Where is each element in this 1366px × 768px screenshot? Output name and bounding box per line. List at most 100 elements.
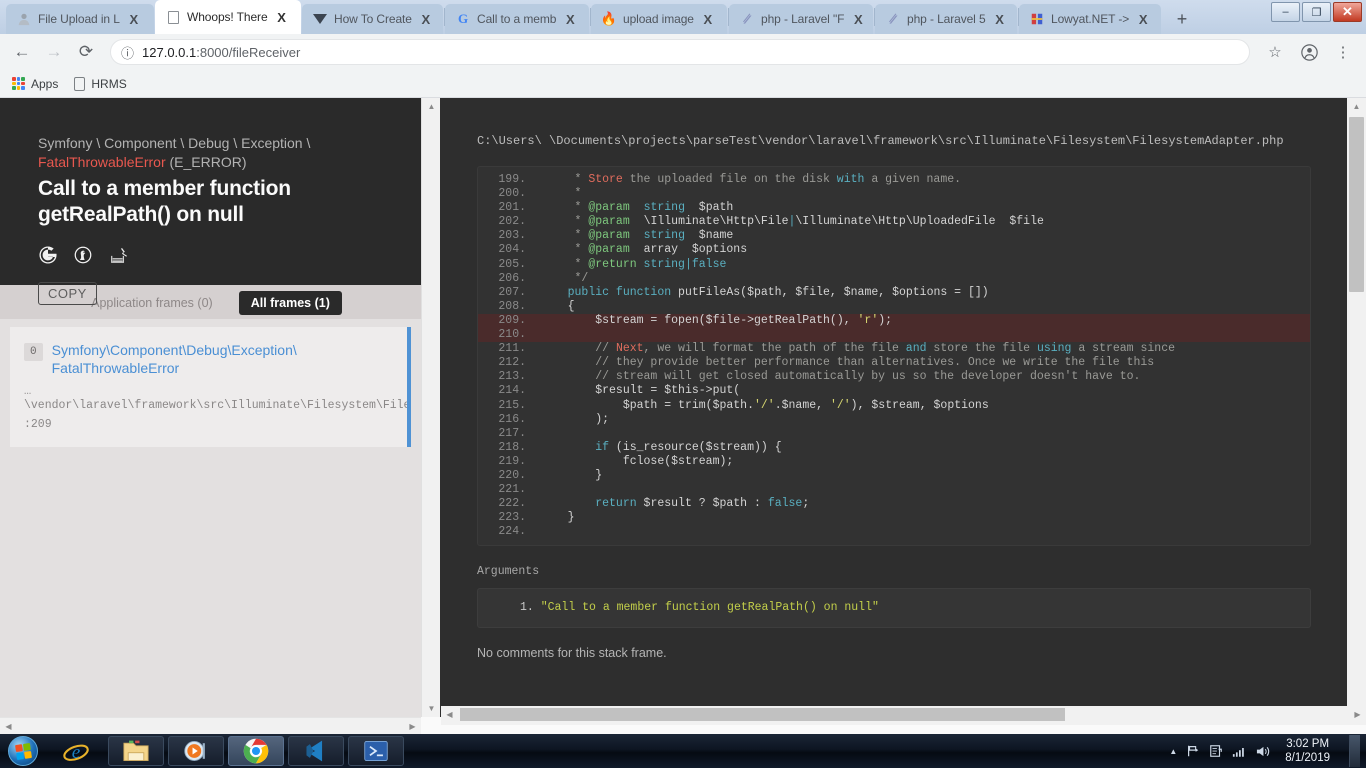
page-info-icon[interactable]: ⓘ xyxy=(121,43,134,62)
frame-list-item[interactable]: 0 Symfony\Component\Debug\Exception\ Fat… xyxy=(10,327,411,447)
browser-tab-8[interactable]: Lowyat.NET -> X xyxy=(1019,4,1161,34)
browser-tab-6[interactable]: php - Laravel "F X xyxy=(729,4,873,34)
volume-icon[interactable] xyxy=(1255,745,1270,758)
taskbar-file-explorer[interactable] xyxy=(108,736,164,766)
code-line-number: 205. xyxy=(498,257,526,271)
network-icon[interactable] xyxy=(1232,745,1246,758)
tab-close-button[interactable]: X xyxy=(1135,11,1151,27)
scrollbar-thumb[interactable] xyxy=(18,720,258,733)
clock-time: 3:02 PM xyxy=(1286,738,1330,750)
code-line: 204. * @param array $options xyxy=(478,243,1310,257)
exception-header: Symfony \ Component \ Debug \ Exception … xyxy=(0,98,421,305)
taskbar-media-player[interactable] xyxy=(168,736,224,766)
profile-avatar[interactable] xyxy=(1294,38,1324,66)
page-horizontal-scrollbar[interactable]: ◀ ▶ xyxy=(441,706,1366,725)
copy-button[interactable]: COPY xyxy=(38,282,97,305)
url-path: :8000/fileReceiver xyxy=(196,44,301,60)
scrollbar-thumb[interactable] xyxy=(1349,117,1364,292)
taskbar-visual-studio-code[interactable] xyxy=(288,736,344,766)
code-line-content: fclose($stream); xyxy=(622,454,734,468)
scroll-right-arrow[interactable]: ▶ xyxy=(404,718,421,734)
scrollbar-thumb[interactable] xyxy=(424,116,439,676)
clock-date: 8/1/2019 xyxy=(1285,752,1330,764)
sidebar-horizontal-scrollbar[interactable]: ◀ ▶ xyxy=(0,717,421,734)
scroll-up-arrow[interactable]: ▲ xyxy=(422,98,441,115)
reload-icon[interactable]: ⟳ xyxy=(72,38,100,66)
scroll-up-arrow[interactable]: ▲ xyxy=(1347,98,1366,115)
code-line-content: { xyxy=(567,299,575,313)
browser-tab-4[interactable]: G Call to a memb X xyxy=(445,4,589,34)
back-icon[interactable]: ← xyxy=(8,38,36,66)
code-line: 224. xyxy=(478,525,1310,539)
maximize-button[interactable]: ❐ xyxy=(1302,2,1331,22)
code-line: 219. fclose($stream); xyxy=(478,455,1310,469)
bookmarks-bar: Apps HRMS xyxy=(0,70,1366,98)
bookmark-star-icon[interactable]: ☆ xyxy=(1260,38,1290,66)
taskbar-google-chrome[interactable] xyxy=(228,736,284,766)
scroll-left-arrow[interactable]: ◀ xyxy=(0,718,17,734)
tab-close-button[interactable]: X xyxy=(418,11,434,27)
code-line-number: 213. xyxy=(498,370,526,384)
show-hidden-icons-arrow[interactable]: ▲ xyxy=(1169,747,1177,756)
frame-detail-panel: C:\Users\ \Documents\projects\parseTest\… xyxy=(441,98,1347,717)
close-window-button[interactable]: ✕ xyxy=(1333,2,1362,22)
minimize-button[interactable]: – xyxy=(1271,2,1300,22)
action-center-icon[interactable] xyxy=(1209,744,1223,758)
new-tab-button[interactable]: + xyxy=(1168,6,1196,32)
google-icon[interactable] xyxy=(38,245,57,264)
scroll-right-arrow[interactable]: ▶ xyxy=(1349,706,1366,723)
code-line-content: } xyxy=(540,511,575,525)
browser-tab-7[interactable]: php - Laravel 5 X xyxy=(875,4,1017,34)
file-path-redacted xyxy=(542,134,549,148)
tab-close-button[interactable]: X xyxy=(274,9,290,25)
frame-header: 0 Symfony\Component\Debug\Exception\ Fat… xyxy=(24,341,393,377)
scroll-left-arrow[interactable]: ◀ xyxy=(441,706,458,723)
code-line: 216. ); xyxy=(478,413,1310,427)
start-button[interactable] xyxy=(2,735,44,767)
code-line: 201. * @param string $path xyxy=(478,201,1310,215)
code-line-content: ); xyxy=(540,412,610,426)
tab-title: upload image xyxy=(623,12,694,26)
bookmark-hrms[interactable]: HRMS xyxy=(74,76,127,91)
bookmark-apps[interactable]: Apps xyxy=(12,77,58,91)
tab-close-button[interactable]: X xyxy=(126,11,142,27)
tab-close-button[interactable]: X xyxy=(700,11,716,27)
clock[interactable]: 3:02 PM 8/1/2019 xyxy=(1279,737,1336,765)
frame-file-path: \vendor\laravel\framework\src\Illuminate… xyxy=(24,399,411,412)
tab-close-button[interactable]: X xyxy=(562,11,578,27)
code-line: 220. } xyxy=(478,469,1310,483)
frame-class-line2: FatalThrowableError xyxy=(51,360,180,376)
duckduckgo-icon[interactable] xyxy=(73,245,92,264)
tab-close-button[interactable]: X xyxy=(850,11,866,27)
argument-row: 1. "Call to a member function getRealPat… xyxy=(478,599,1310,617)
code-line-content: * @return string|false xyxy=(574,257,727,271)
show-desktop-button[interactable] xyxy=(1349,735,1360,767)
stackoverflow-icon[interactable] xyxy=(108,245,127,264)
chrome-menu-icon[interactable]: ⋮ xyxy=(1328,38,1358,66)
address-bar[interactable]: ⓘ 127.0.0.1:8000/fileReceiver xyxy=(110,39,1250,65)
browser-tab-2-active[interactable]: Whoops! There X xyxy=(155,0,301,34)
scroll-down-arrow[interactable]: ▼ xyxy=(422,700,441,717)
flag-icon[interactable] xyxy=(1186,744,1200,758)
document-icon xyxy=(74,76,86,91)
browser-tab-3[interactable]: How To Create X xyxy=(302,4,443,34)
taskbar-powershell[interactable] xyxy=(348,736,404,766)
forward-icon[interactable]: → xyxy=(40,38,68,66)
browser-tab-5[interactable]: 🔥 upload image X xyxy=(591,4,727,34)
code-line-content: return $result ? $path : false; xyxy=(595,497,810,511)
code-line-number: 199. xyxy=(498,173,526,186)
page-vertical-scrollbar[interactable]: ▲ xyxy=(1347,98,1366,717)
tab-close-button[interactable]: X xyxy=(992,11,1008,27)
scrollbar-thumb[interactable] xyxy=(460,708,1065,721)
file-path-suffix: \Documents\projects\parseTest\vendor\lar… xyxy=(549,134,1284,148)
windows-logo-icon xyxy=(8,736,38,766)
tab-title: How To Create xyxy=(334,12,412,26)
browser-tab-1[interactable]: File Upload in L X xyxy=(6,4,154,34)
code-line-content: * Store the uploaded file on the disk wi… xyxy=(574,173,962,186)
code-line-number: 207. xyxy=(498,285,526,299)
code-line: 222. return $result ? $path : false; xyxy=(478,497,1310,511)
svg-text:e: e xyxy=(72,742,81,763)
browser-window: File Upload in L X Whoops! There X How T… xyxy=(0,0,1366,734)
sidebar-scrollbar[interactable]: ▲ ▼ xyxy=(421,98,440,717)
taskbar-internet-explorer[interactable]: e xyxy=(48,736,104,766)
